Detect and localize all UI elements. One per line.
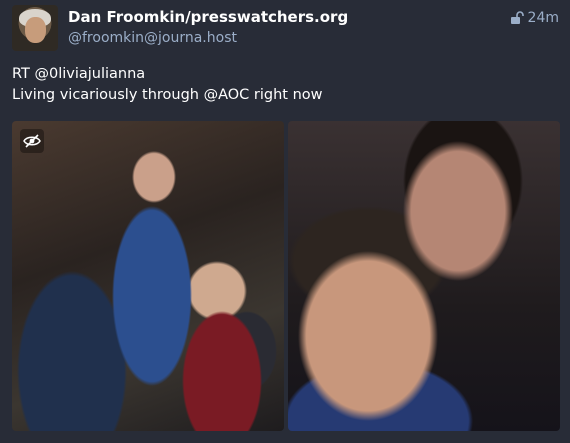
eye-slash-icon[interactable] [20,129,44,153]
media-image-1[interactable] [12,121,284,431]
media-image-2[interactable] [288,121,560,431]
status-card: Dan Froomkin/presswatchers.org @froomkin… [0,0,570,443]
timestamp[interactable]: 24m [528,10,559,26]
status-content: RT @0liviajulianna Living vicariously th… [12,64,552,106]
content-line-retweet: RT @0liviajulianna [12,66,146,82]
unlock-icon [510,11,524,25]
avatar-face [25,17,46,43]
content-line-text: Living vicariously through @AOC right no… [12,87,323,103]
display-name[interactable]: Dan Froomkin/presswatchers.org [68,8,348,26]
avatar[interactable] [12,5,58,51]
status-meta: 24m [510,10,559,26]
media-gallery [12,121,560,431]
account-handle[interactable]: @froomkin@journa.host [68,30,237,46]
